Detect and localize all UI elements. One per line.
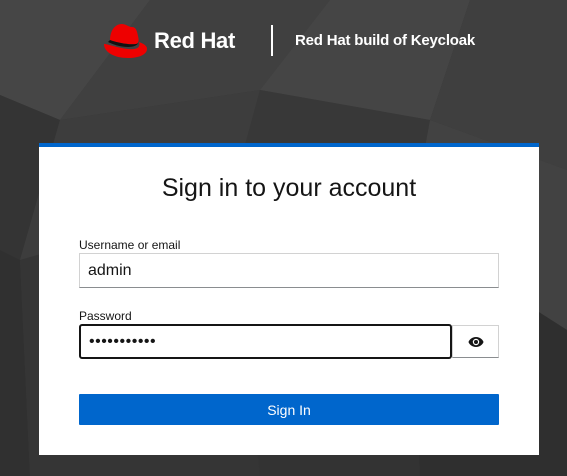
login-card: Sign in to your account Username or emai… — [39, 143, 539, 455]
username-input[interactable]: admin — [79, 253, 499, 288]
red-hat-fedora-icon — [104, 24, 147, 58]
username-value: admin — [88, 261, 132, 279]
eye-icon — [468, 336, 483, 347]
page-header: Red Hat Red Hat build of Keycloak — [0, 0, 567, 84]
password-label: Password — [79, 309, 132, 323]
password-value: ••••••••••• — [89, 332, 157, 350]
product-name: Red Hat build of Keycloak — [295, 32, 476, 49]
header-divider — [271, 25, 273, 56]
sign-in-button[interactable]: Sign In — [79, 394, 499, 425]
page-title: Sign in to your account — [161, 174, 417, 202]
show-password-button[interactable] — [452, 325, 499, 358]
sign-in-label: Sign In — [267, 401, 311, 418]
username-label: Username or email — [79, 238, 181, 252]
password-input[interactable]: ••••••••••• — [79, 324, 452, 359]
brand-name: Red Hat — [154, 27, 236, 53]
red-hat-brand: Red Hat — [100, 22, 235, 59]
